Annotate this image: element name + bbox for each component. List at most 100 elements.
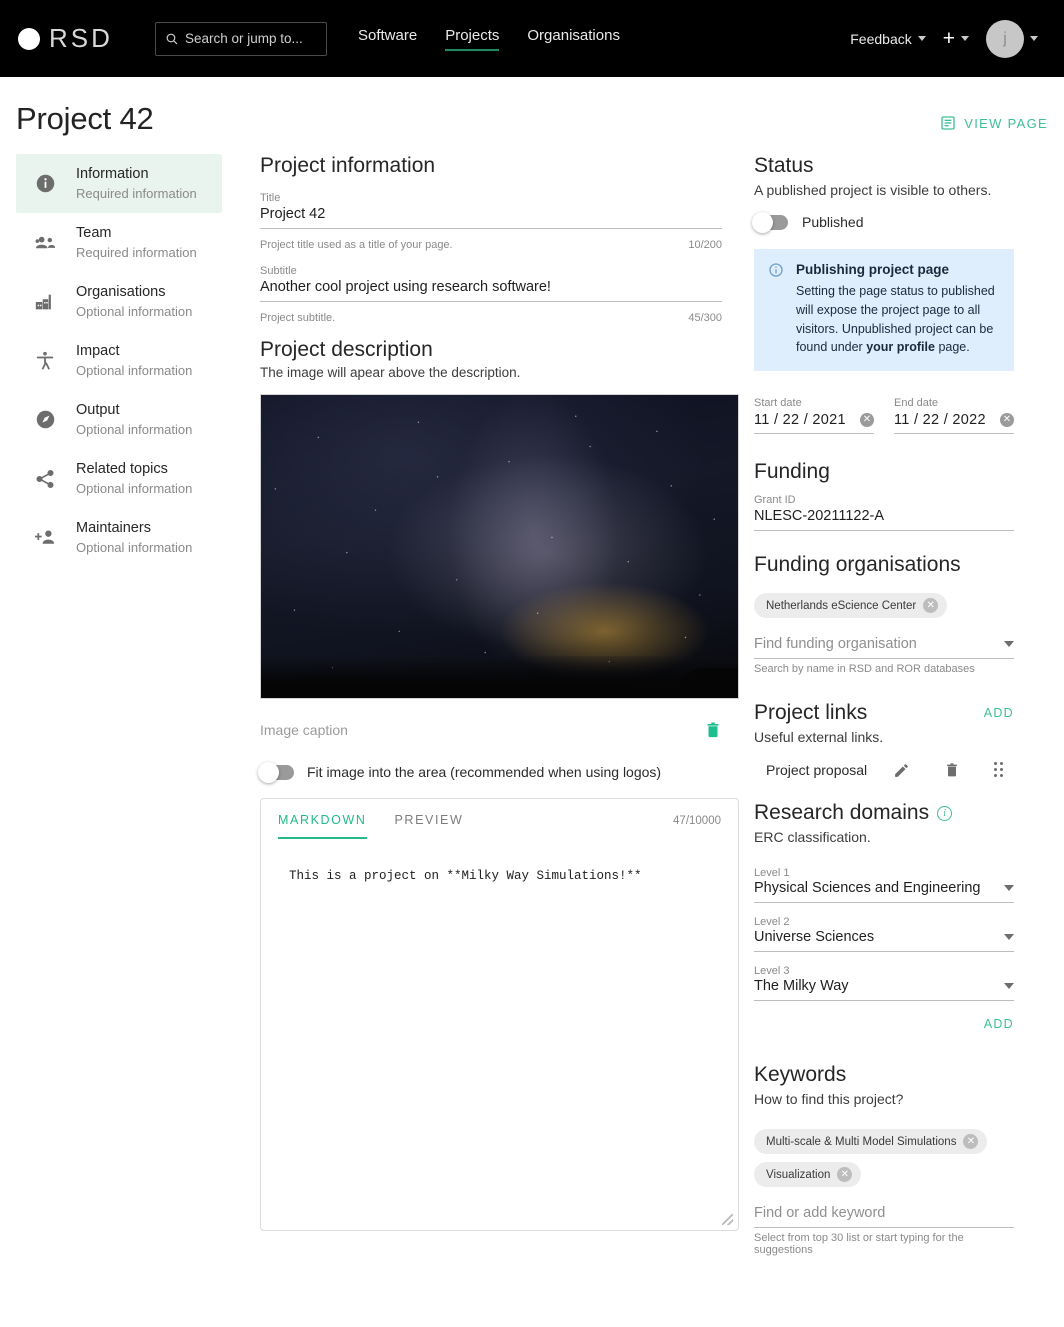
markdown-textarea[interactable]: This is a project on **Milky Way Simulat… — [261, 839, 738, 883]
end-date-value[interactable]: 11 / 22 / 2022 — [894, 412, 986, 428]
add-research-domain-button[interactable]: ADD — [984, 1017, 1014, 1031]
subtitle-field[interactable]: Subtitle Another cool project using rese… — [260, 265, 722, 302]
date-range-row: Start date 11 / 22 / 2021 ✕ End date 11 … — [754, 397, 1014, 434]
research-domains-heading: Research domains — [754, 801, 930, 824]
project-information-panel: Project information Title Project 42 Pro… — [222, 154, 739, 1256]
grant-id-field[interactable]: Grant ID NLESC-20211122-A — [754, 494, 1014, 531]
top-navigation-bar: RSD Search or jump to... Software Projec… — [0, 0, 1064, 77]
title-field-label: Title — [260, 192, 281, 204]
sidebar-item-team[interactable]: Team Required information — [16, 213, 222, 272]
markdown-editor-card: MARKDOWN PREVIEW 47/10000 This is a proj… — [260, 798, 739, 1231]
fit-image-toggle[interactable] — [258, 761, 294, 783]
title-field[interactable]: Title Project 42 — [260, 192, 722, 229]
funding-organisation-chips: Netherlands eScience Center ✕ — [754, 593, 1014, 618]
chevron-down-icon — [961, 36, 969, 41]
project-links-heading-row: Project links ADD — [754, 701, 1014, 725]
main-nav: Software Projects Organisations — [358, 27, 620, 51]
grant-id-label: Grant ID — [754, 494, 796, 506]
find-keyword-hint: Select from top 30 list or start typing … — [754, 1232, 964, 1256]
end-date-field[interactable]: End date 11 / 22 / 2022 ✕ — [894, 397, 1014, 434]
chip[interactable]: Visualization ✕ — [754, 1162, 862, 1187]
subtitle-field-value[interactable]: Another cool project using research soft… — [260, 279, 722, 302]
level-3-select[interactable]: Level 3 The Milky Way — [754, 965, 1014, 1001]
keyword-chips: Multi-scale & Multi Model Simulations ✕ … — [754, 1129, 1014, 1187]
toggle-knob — [258, 761, 279, 783]
brand-logo[interactable]: RSD — [18, 23, 138, 54]
subtitle-field-label: Subtitle — [260, 265, 297, 277]
output-icon — [32, 409, 58, 430]
resize-handle[interactable] — [722, 1214, 733, 1225]
research-domains-info-icon[interactable]: i — [937, 805, 953, 821]
chevron-down-icon — [1004, 934, 1014, 940]
start-date-field[interactable]: Start date 11 / 22 / 2021 ✕ — [754, 397, 874, 434]
research-domains-heading-row: Research domains i — [754, 801, 1014, 825]
chevron-down-icon — [917, 36, 926, 41]
subtitle-field-footer: Project subtitle. 45/300 — [260, 308, 722, 324]
find-funding-hint: Search by name in RSD and ROR databases — [754, 663, 975, 675]
published-toggle[interactable] — [752, 211, 788, 233]
project-image[interactable] — [260, 394, 739, 699]
pencil-icon — [895, 763, 908, 777]
project-settings-panel: Status A published project is visible to… — [722, 154, 1014, 1256]
brand-name: RSD — [49, 23, 113, 53]
project-information-heading: Project information — [260, 154, 436, 177]
user-menu[interactable]: j — [986, 19, 1038, 58]
sidebar-item-label: Information — [76, 165, 149, 182]
document-icon — [941, 116, 955, 130]
edit-link-button[interactable] — [893, 762, 910, 779]
sidebar-item-label: Maintainers — [76, 519, 151, 536]
chip-remove-icon[interactable]: ✕ — [963, 1134, 979, 1149]
tab-preview[interactable]: PREVIEW — [395, 813, 464, 839]
find-keyword-input[interactable]: Find or add keyword — [754, 1205, 1014, 1228]
nav-item-organisations[interactable]: Organisations — [527, 27, 620, 51]
end-date-label: End date — [894, 397, 939, 409]
avatar: j — [986, 19, 1024, 58]
chip-remove-icon[interactable]: ✕ — [923, 598, 939, 613]
clear-end-date-icon[interactable]: ✕ — [1000, 413, 1014, 427]
markdown-tabs: MARKDOWN PREVIEW 47/10000 — [261, 799, 738, 839]
clear-start-date-icon[interactable]: ✕ — [860, 413, 874, 427]
level-2-select[interactable]: Level 2 Universe Sciences — [754, 916, 1014, 952]
impact-icon — [32, 350, 58, 372]
level-1-label: Level 1 — [754, 867, 790, 879]
info-circle-icon — [768, 262, 784, 357]
tab-markdown[interactable]: MARKDOWN — [278, 813, 367, 839]
team-icon — [32, 231, 58, 254]
main-layout: Information Required information Team Re… — [0, 137, 1064, 1256]
view-page-button[interactable]: VIEW PAGE — [940, 115, 1048, 137]
chip-remove-icon[interactable]: ✕ — [837, 1167, 853, 1182]
chip[interactable]: Multi-scale & Multi Model Simulations ✕ — [754, 1129, 988, 1154]
level-3-value: The Milky Way — [754, 978, 849, 994]
drag-handle-icon[interactable] — [994, 762, 1004, 778]
add-project-link-button[interactable]: ADD — [984, 706, 1014, 720]
nav-item-projects[interactable]: Projects — [445, 27, 500, 51]
level-1-select[interactable]: Level 1 Physical Sciences and Engineerin… — [754, 867, 1014, 903]
sidebar-item-organisations[interactable]: Organisations Optional information — [16, 272, 222, 331]
sidebar-item-related-topics[interactable]: Related topics Optional information — [16, 449, 222, 508]
start-date-value[interactable]: 11 / 22 / 2021 — [754, 412, 846, 428]
chip[interactable]: Netherlands eScience Center ✕ — [754, 593, 948, 618]
image-caption-input[interactable]: Image caption — [260, 722, 348, 738]
nav-item-software[interactable]: Software — [358, 27, 417, 51]
table-row[interactable]: Project proposal — [754, 753, 1014, 787]
view-page-label: VIEW PAGE — [964, 115, 1048, 131]
horizon-overlay — [261, 656, 738, 698]
sidebar-item-maintainers[interactable]: Maintainers Optional information — [16, 508, 222, 567]
page-title: Project 42 — [16, 101, 154, 136]
sidebar-item-information[interactable]: Information Required information — [16, 154, 222, 213]
chevron-down-icon — [1004, 641, 1014, 647]
rsd-logo-icon — [18, 27, 40, 50]
sidebar-item-impact[interactable]: Impact Optional information — [16, 331, 222, 390]
delete-link-button[interactable] — [944, 761, 960, 779]
add-menu[interactable]: + — [943, 28, 969, 49]
project-links-note: Useful external links. — [754, 729, 884, 745]
grant-id-value[interactable]: NLESC-20211122-A — [754, 508, 1014, 531]
search-input[interactable]: Search or jump to... — [155, 21, 327, 56]
find-funding-organisation-select[interactable]: Find funding organisation — [754, 636, 1014, 659]
delete-image-button[interactable] — [704, 720, 722, 740]
feedback-menu[interactable]: Feedback — [850, 31, 926, 47]
project-links-heading: Project links — [754, 701, 868, 724]
sidebar-item-output[interactable]: Output Optional information — [16, 390, 222, 449]
title-field-value[interactable]: Project 42 — [260, 206, 722, 229]
add-research-domain-row: ADD — [754, 1015, 1014, 1033]
